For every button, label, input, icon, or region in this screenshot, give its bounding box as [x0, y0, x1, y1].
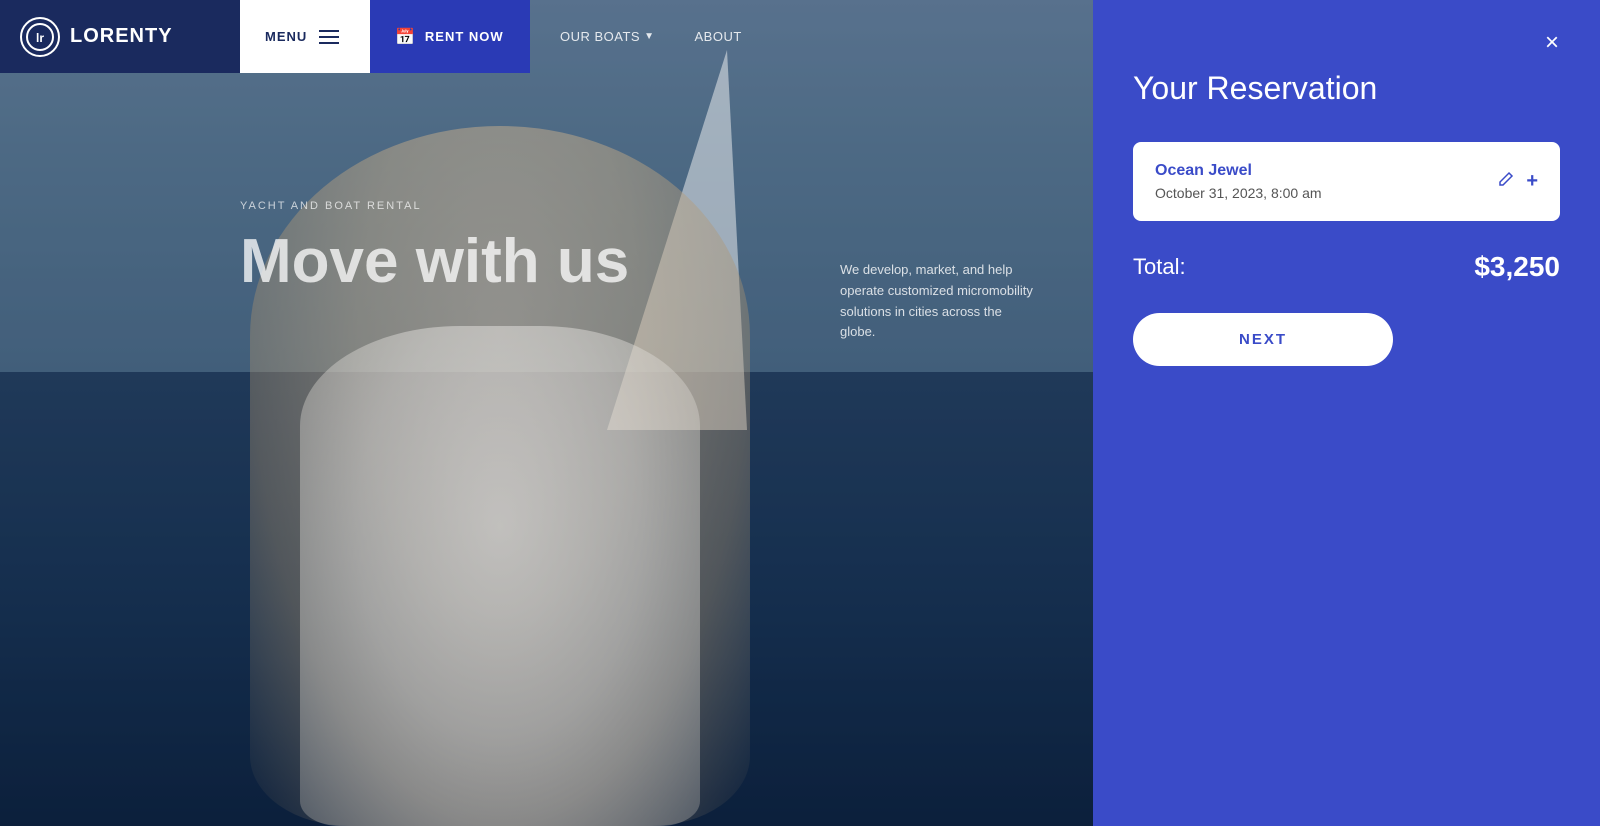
svg-text:lr: lr [36, 31, 44, 45]
edit-icon[interactable] [1498, 171, 1514, 192]
hamburger-icon [319, 30, 339, 44]
total-amount: $3,250 [1474, 251, 1560, 283]
panel-title: Your Reservation [1133, 70, 1560, 107]
rent-now-button[interactable]: 📅 RENT NOW [370, 0, 530, 73]
hero-background: lr LORENTY MENU 📅 RENT NOW OUR BOATS ▼ A [0, 0, 1093, 826]
nav-our-boats[interactable]: OUR BOATS ▼ [560, 29, 655, 44]
nav-links: OUR BOATS ▼ ABOUT [530, 0, 1093, 73]
calendar-icon: 📅 [395, 27, 415, 47]
total-row: Total: $3,250 [1133, 251, 1560, 283]
reservation-panel: × Your Reservation Ocean Jewel October 3… [1093, 0, 1600, 826]
menu-button[interactable]: MENU [240, 0, 370, 73]
add-icon[interactable]: + [1526, 170, 1538, 193]
hero-description: We develop, market, and help operate cus… [840, 260, 1040, 343]
navbar: lr LORENTY MENU 📅 RENT NOW OUR BOATS ▼ A [0, 0, 1093, 73]
person-figure [100, 76, 900, 826]
reservation-card-info: Ocean Jewel October 31, 2023, 8:00 am [1155, 162, 1498, 201]
total-label: Total: [1133, 254, 1186, 280]
logo-text: LORENTY [70, 25, 173, 48]
dropdown-arrow-icon: ▼ [644, 31, 654, 42]
close-button[interactable]: × [1534, 25, 1570, 61]
nav-about[interactable]: ABOUT [695, 29, 742, 44]
logo-area: lr LORENTY [0, 0, 240, 73]
rent-now-label: RENT NOW [425, 29, 504, 44]
next-button[interactable]: NEXT [1133, 313, 1393, 366]
hero-subtitle: YACHT AND BOAT RENTAL [240, 200, 629, 212]
logo-icon: lr [20, 17, 60, 57]
hero-desc-text: We develop, market, and help operate cus… [840, 260, 1040, 343]
boat-name: Ocean Jewel [1155, 162, 1498, 180]
menu-label: MENU [265, 29, 307, 44]
hero-title: Move with us [240, 228, 629, 296]
hero-content: YACHT AND BOAT RENTAL Move with us [240, 200, 629, 296]
reservation-card: Ocean Jewel October 31, 2023, 8:00 am + [1133, 142, 1560, 221]
card-actions: + [1498, 170, 1538, 193]
reservation-date: October 31, 2023, 8:00 am [1155, 185, 1498, 201]
